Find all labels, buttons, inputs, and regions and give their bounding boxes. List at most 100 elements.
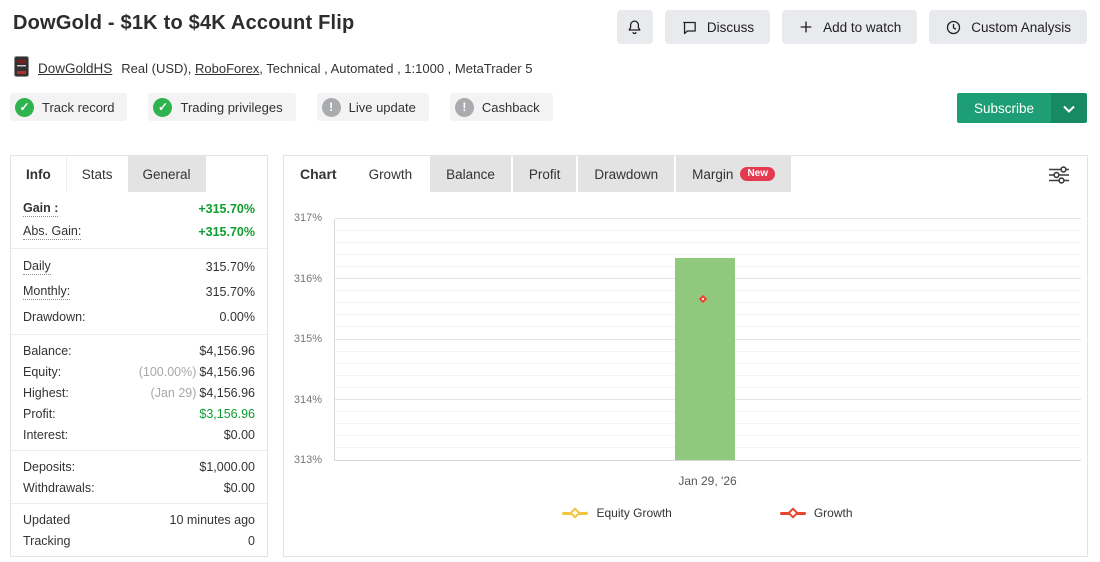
stat-row-deposits: Deposits: $1,000.00 [11,456,267,477]
plot-area [334,218,1081,461]
speech-bubble-icon [681,19,698,36]
meta-section: Updated 10 minutes ago Tracking 0 [11,503,267,556]
stat-value: (100.00%) $4,156.96 [138,364,255,379]
y-tick-label: 316% [293,272,322,285]
bell-icon [626,19,643,36]
stat-row-interest: Interest: $0.00 [11,424,267,445]
stat-value: $4,156.96 [199,343,255,358]
stat-label: Interest: [23,427,69,442]
broker-link[interactable]: RoboForex [195,61,259,76]
sliders-icon [1047,165,1071,188]
stat-value: 0 [248,533,255,548]
growth-bar [675,258,736,460]
stat-row-updated: Updated 10 minutes ago [11,509,267,530]
add-to-watch-button[interactable]: Add to watch [782,10,918,44]
check-circle-icon: ✓ [153,97,173,117]
legend-item-equity-growth[interactable]: Equity Growth [562,506,672,520]
growth-legend-marker [779,511,806,515]
balance-section: Balance: $4,156.96 Equity: (100.00%) $4,1… [11,334,267,450]
stat-row-profit: Profit: $3,156.96 [11,403,267,424]
stat-label: Monthly: [23,283,71,300]
stat-row-drawdown: Drawdown: 0.00% [11,304,267,329]
custom-analysis-button[interactable]: Custom Analysis [929,10,1087,44]
discuss-button[interactable]: Discuss [664,10,771,44]
stat-label: Withdrawals: [23,480,95,495]
y-tick-label: 315% [293,333,322,345]
stat-value: $0.00 [223,427,255,442]
stat-value: 315.70% [205,284,255,299]
badge-trading-privileges[interactable]: ✓ Trading privileges [148,93,296,121]
stats-panel: Info Stats General Gain : +315.70% Abs. … [10,155,268,557]
y-tick-label: 317% [293,212,322,224]
stats-panel-tabs: Info Stats General [11,156,267,192]
stat-row-withdrawals: Withdrawals: $0.00 [11,477,267,498]
stat-label: Abs. Gain: [23,223,82,240]
account-summary-row: DowGoldHS Real (USD), RoboForex, Technic… [14,56,532,80]
stat-value: 10 minutes ago [169,512,255,527]
stat-value: +315.70% [198,201,255,216]
check-circle-icon: ✓ [15,97,34,117]
tab-general[interactable]: General [127,156,206,192]
stat-row-tracking: Tracking 0 [11,530,267,551]
major-gridline [335,218,1081,219]
tab-drawdown[interactable]: Drawdown [578,156,675,192]
stat-value: 0.00% [219,309,255,324]
tab-stats[interactable]: Stats [65,156,128,192]
badge-label: Track record [42,99,115,115]
gain-section: Gain : +315.70% Abs. Gain: +315.70% [11,192,267,248]
tab-growth[interactable]: Growth [352,156,429,192]
stat-row-monthly: Monthly: 315.70% [11,279,267,304]
tab-info[interactable]: Info [11,156,66,192]
stat-value: $1,000.00 [199,459,255,474]
legend-label: Equity Growth [596,506,672,520]
equity-growth-legend-marker [562,511,589,515]
legend-item-growth[interactable]: Growth [779,506,853,520]
plus-icon [798,19,814,35]
chart-x-axis-label: Jan 29, '26 [678,474,737,488]
badge-label: Trading privileges [180,99,283,115]
notifications-button[interactable] [616,10,653,44]
clock-icon [945,19,962,36]
tab-chart[interactable]: Chart [284,156,353,192]
subscribe-dropdown-button[interactable] [1051,93,1087,123]
stat-value: (Jan 29) $4,156.96 [150,385,255,400]
account-name-link[interactable]: DowGoldHS [38,61,112,76]
badge-cashback[interactable]: ! Cashback [449,93,553,121]
stat-value-note: (Jan 29) [150,385,197,400]
tab-margin-label: Margin [692,166,734,182]
new-badge: New [740,167,775,181]
stat-label: Equity: [23,364,62,379]
chart-panel-tabs: Chart Growth Balance Profit Drawdown Mar… [284,156,1087,192]
stat-value: 315.70% [205,259,255,274]
rates-section: Daily 315.70% Monthly: 315.70% Drawdown:… [11,248,267,334]
subscribe-split-button: Subscribe [956,93,1087,123]
legend-label: Growth [813,506,853,520]
subscribe-button[interactable]: Subscribe [956,93,1051,123]
exclamation-circle-icon: ! [454,97,474,117]
account-attributes: , Technical , Automated , 1:1000 , MetaT… [259,60,533,76]
tab-margin[interactable]: Margin New [676,156,791,192]
stat-label: Daily [23,258,51,275]
exclamation-circle-icon: ! [321,97,341,117]
chart-settings-button[interactable] [1043,163,1075,189]
custom-analysis-label: Custom Analysis [971,19,1071,35]
badge-track-record[interactable]: ✓ Track record [10,93,128,121]
stat-label: Tracking [23,533,71,548]
myfxbook-account-page: DowGold - $1K to $4K Account Flip Discus… [0,0,1100,562]
account-details: Real (USD), RoboForex, Technical , Autom… [121,61,532,76]
stat-label: Updated [23,512,71,527]
stat-value-note: (100.00%) [138,364,197,379]
header-actions: Discuss Add to watch Custom Analysis [616,10,1087,44]
y-tick-label: 313% [293,454,322,466]
stat-row-equity: Equity: (100.00%) $4,156.96 [11,361,267,382]
stat-label: Profit: [23,406,56,421]
minor-gridline [335,242,1081,244]
tab-balance[interactable]: Balance [430,156,511,192]
badge-label: Live update [348,99,416,115]
tab-profit[interactable]: Profit [512,156,577,192]
stat-row-daily: Daily 315.70% [11,254,267,279]
stat-label: Highest: [23,385,69,400]
minor-gridline [335,230,1081,232]
chevron-down-icon [1063,101,1075,116]
badge-live-update[interactable]: ! Live update [316,93,429,121]
